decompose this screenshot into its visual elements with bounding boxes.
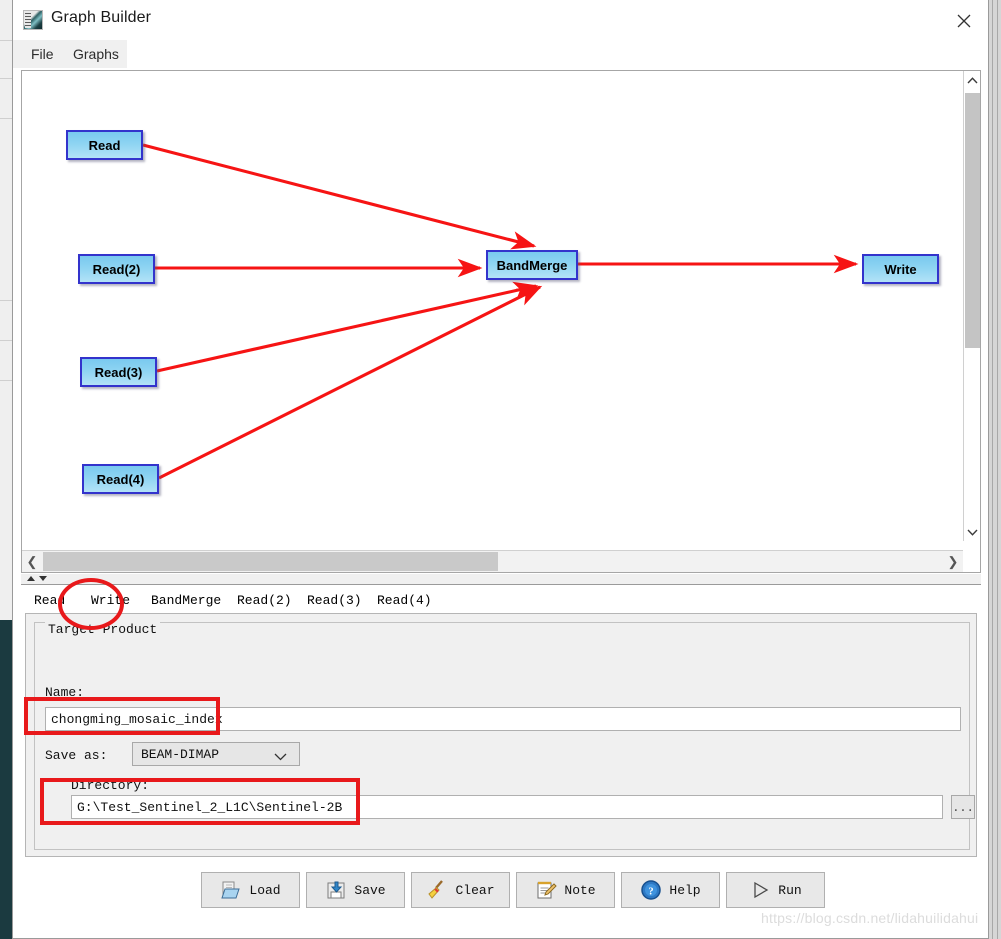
title-bar: Graph Builder — [13, 0, 988, 40]
broom-icon — [426, 879, 448, 901]
target-product-group: Target Product Name: chongming_mosaic_in… — [34, 622, 975, 850]
save-as-value: BEAM-DIMAP — [141, 746, 220, 762]
operator-tab-bar: Read Write BandMerge Read(2) Read(3) Rea… — [25, 588, 977, 613]
tab-label: Read(3) — [307, 593, 362, 608]
panel-splitter[interactable] — [21, 574, 981, 585]
load-button[interactable]: Load — [201, 872, 300, 908]
chevron-down-icon — [274, 750, 287, 765]
action-button-bar: Load Save Clear Note ? Help Run — [201, 872, 825, 908]
page-title: Graph Builder — [51, 9, 152, 26]
node-label: Write — [884, 261, 917, 277]
button-label: Load — [249, 882, 281, 898]
graph-canvas[interactable]: Read Read(2) Read(3) Read(4) BandMerge W… — [22, 71, 963, 541]
menu-graphs[interactable]: Graphs — [65, 44, 127, 64]
name-label: Name: — [45, 685, 85, 700]
graph-node-read[interactable]: Read — [66, 130, 143, 160]
vertical-scroll-thumb[interactable] — [965, 93, 980, 348]
chevron-left-icon[interactable]: ❮ — [22, 551, 42, 572]
graph-node-read-4[interactable]: Read(4) — [82, 464, 159, 494]
tab-label: Write — [91, 593, 131, 608]
save-as-label: Save as: — [45, 748, 108, 763]
chevron-up-icon[interactable] — [964, 71, 981, 89]
run-button[interactable]: Run — [726, 872, 825, 908]
splitter-up-arrow[interactable] — [27, 576, 35, 581]
graph-node-write[interactable]: Write — [862, 254, 939, 284]
menu-bar: File Graphs — [13, 40, 988, 68]
close-icon[interactable] — [940, 0, 988, 39]
tab-write[interactable]: Write — [82, 588, 142, 613]
parameters-panel: Target Product Name: chongming_mosaic_in… — [25, 613, 977, 857]
tab-label: BandMerge — [151, 593, 222, 608]
tab-read-4[interactable]: Read(4) — [368, 588, 438, 613]
node-label: Read — [88, 137, 121, 153]
chevron-down-icon[interactable] — [964, 523, 981, 541]
notepad-pencil-icon — [535, 879, 558, 901]
button-label: Clear — [455, 882, 495, 898]
directory-browse-button[interactable]: ... — [951, 795, 975, 819]
graph-canvas-container: Read Read(2) Read(3) Read(4) BandMerge W… — [21, 70, 981, 573]
splitter-down-arrow[interactable] — [39, 576, 47, 581]
tab-bandmerge[interactable]: BandMerge — [142, 588, 228, 613]
graph-connections — [142, 143, 859, 480]
graph-builder-window: Graph Builder File Graphs Read Read(2) R… — [12, 0, 989, 939]
horizontal-scroll-thumb[interactable] — [43, 552, 498, 571]
folder-open-icon — [220, 879, 242, 901]
save-as-select[interactable]: BEAM-DIMAP — [132, 742, 300, 766]
button-label: Help — [669, 882, 701, 898]
question-circle-icon: ? — [640, 879, 662, 901]
canvas-horizontal-scrollbar[interactable]: ❮ ❯ — [22, 550, 963, 572]
graph-node-bandmerge[interactable]: BandMerge — [486, 250, 578, 280]
tab-read-3[interactable]: Read(3) — [298, 588, 368, 613]
tab-label: Read — [34, 593, 66, 608]
tab-read-2[interactable]: Read(2) — [228, 588, 298, 613]
play-triangle-icon — [749, 879, 771, 901]
background-right-strip — [989, 0, 1001, 939]
tab-label: Read(2) — [237, 593, 292, 608]
button-label: Run — [778, 882, 802, 898]
save-button[interactable]: Save — [306, 872, 405, 908]
graph-builder-icon — [23, 10, 43, 30]
node-label: BandMerge — [496, 257, 568, 273]
chevron-right-icon[interactable]: ❯ — [943, 551, 963, 572]
save-disk-icon — [325, 879, 347, 901]
directory-input[interactable]: G:\Test_Sentinel_2_L1C\Sentinel-2B — [71, 795, 943, 819]
scrollbar-corner — [963, 550, 980, 572]
node-label: Read(2) — [92, 261, 141, 277]
menu-file[interactable]: File — [23, 44, 62, 64]
tab-label: Read(4) — [377, 593, 432, 608]
canvas-vertical-scrollbar[interactable] — [963, 71, 980, 541]
clear-button[interactable]: Clear — [411, 872, 510, 908]
node-label: Read(4) — [96, 471, 145, 487]
help-button[interactable]: ? Help — [621, 872, 720, 908]
node-label: Read(3) — [94, 364, 143, 380]
watermark: https://blog.csdn.net/lidahuilidahui — [761, 910, 979, 926]
button-label: Save — [354, 882, 386, 898]
graph-node-read-2[interactable]: Read(2) — [78, 254, 155, 284]
name-input[interactable]: chongming_mosaic_index — [45, 707, 961, 731]
tab-read[interactable]: Read — [25, 588, 82, 613]
button-label: Note — [564, 882, 596, 898]
group-title: Target Product — [45, 622, 161, 637]
directory-label: Directory: — [71, 778, 150, 793]
svg-text:?: ? — [649, 887, 654, 898]
note-button[interactable]: Note — [516, 872, 615, 908]
graph-node-read-3[interactable]: Read(3) — [80, 357, 157, 387]
